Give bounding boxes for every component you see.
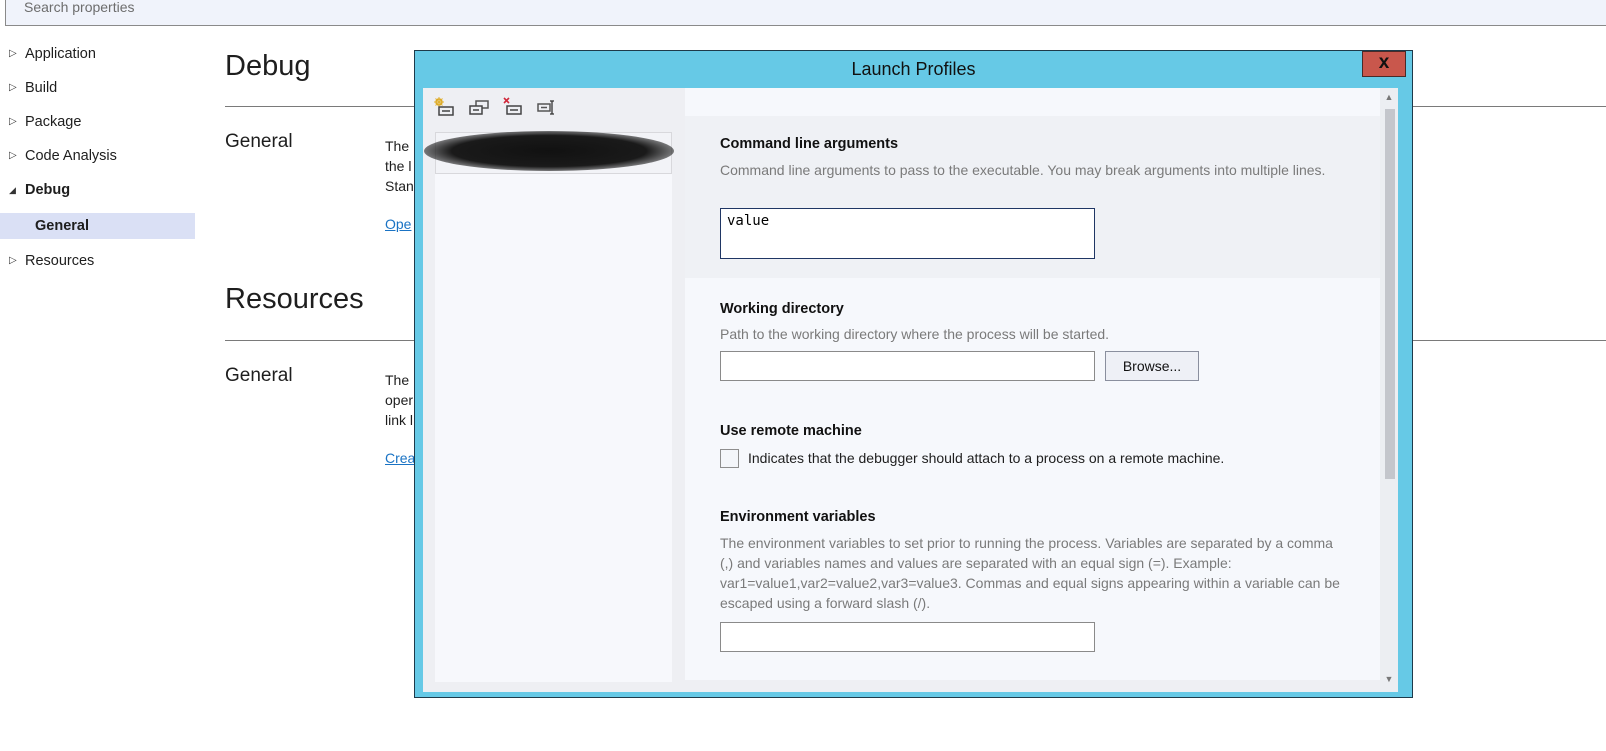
expand-icon[interactable]: ▷ <box>9 109 17 135</box>
remote-machine-title: Use remote machine <box>720 423 862 439</box>
copy-profile-button[interactable] <box>467 96 493 120</box>
sidebar-item-debug-general[interactable]: General <box>0 213 195 239</box>
working-directory-title: Working directory <box>720 301 844 317</box>
command-line-title: Command line arguments <box>720 136 899 152</box>
sidebar-item-resources[interactable]: ▷ Resources <box>0 248 195 274</box>
sidebar-item-debug[interactable]: ◢ Debug <box>0 177 195 203</box>
subsection-title: General <box>225 365 293 386</box>
environment-variables-field[interactable] <box>720 622 1095 652</box>
expand-icon[interactable]: ▷ <box>9 41 17 67</box>
command-line-input[interactable]: value <box>721 209 1094 258</box>
create-link[interactable]: Crea <box>385 450 415 466</box>
dialog-body: (redacted) Data Command line arguments C… <box>423 88 1398 692</box>
profile-settings-pane: Command line arguments Command line argu… <box>685 88 1380 680</box>
expand-icon[interactable]: ▷ <box>9 75 17 101</box>
launch-profiles-dialog: Launch Profiles x Command line arguments… <box>414 50 1413 698</box>
new-profile-icon <box>434 97 454 116</box>
working-directory-field[interactable] <box>720 351 1095 381</box>
redaction-scribble <box>424 131 674 171</box>
sidebar-item-application[interactable]: ▷ Application <box>0 41 195 67</box>
new-profile-button[interactable] <box>433 96 459 120</box>
sidebar-item-label: General <box>35 218 89 234</box>
dialog-title: Launch Profiles <box>851 59 976 79</box>
remote-machine-label: Indicates that the debugger should attac… <box>748 450 1225 466</box>
search-input[interactable] <box>24 0 624 15</box>
sidebar-item-label: Debug <box>25 182 71 198</box>
sidebar-item-build[interactable]: ▷ Build <box>0 75 195 101</box>
sidebar-item-code-analysis[interactable]: ▷ Code Analysis <box>0 143 195 169</box>
section-title-resources: Resources <box>225 283 364 315</box>
sidebar-item-package[interactable]: ▷ Package <box>0 109 195 135</box>
section-title-debug: Debug <box>225 50 311 82</box>
environment-variables-desc: The environment variables to set prior t… <box>720 535 1340 611</box>
remote-machine-checkbox[interactable] <box>720 449 739 468</box>
open-link[interactable]: Ope <box>385 216 415 232</box>
collapse-icon[interactable]: ◢ <box>9 177 16 203</box>
close-button[interactable]: x <box>1362 51 1406 77</box>
rename-profile-icon <box>537 100 554 115</box>
scrollbar-thumb[interactable] <box>1385 109 1395 479</box>
sidebar-item-label: Resources <box>25 253 95 269</box>
delete-profile-button[interactable] <box>501 96 527 120</box>
expand-icon[interactable]: ▷ <box>9 248 17 274</box>
command-line-desc: Command line arguments to pass to the ex… <box>720 162 1326 178</box>
working-directory-desc: Path to the working directory where the … <box>720 326 1110 342</box>
environment-variables-title: Environment variables <box>720 509 876 525</box>
copy-profile-icon <box>469 100 489 115</box>
sidebar-item-label: Package <box>25 114 82 130</box>
sidebar-item-label: Code Analysis <box>25 148 117 164</box>
scroll-down-icon[interactable]: ▼ <box>1383 674 1395 686</box>
sidebar-item-label: Build <box>25 80 58 96</box>
search-box[interactable] <box>5 0 1606 26</box>
scroll-up-icon[interactable]: ▲ <box>1383 92 1395 104</box>
expand-icon[interactable]: ▷ <box>9 143 17 169</box>
profiles-pane: (redacted) Data <box>423 88 678 692</box>
profiles-list: (redacted) Data <box>424 131 674 682</box>
sidebar-item-label: Application <box>25 46 96 62</box>
browse-button[interactable]: Browse... <box>1105 351 1199 381</box>
subsection-title: General <box>225 131 293 152</box>
profile-list-item[interactable]: (redacted) Data <box>424 131 674 174</box>
command-line-field[interactable]: value <box>720 208 1095 259</box>
environment-variables-input[interactable] <box>721 623 1094 651</box>
delete-profile-icon <box>503 97 522 115</box>
working-directory-input[interactable] <box>721 352 1094 380</box>
vertical-scrollbar[interactable]: ▲ ▼ <box>1380 88 1398 692</box>
rename-profile-button[interactable] <box>535 96 561 120</box>
